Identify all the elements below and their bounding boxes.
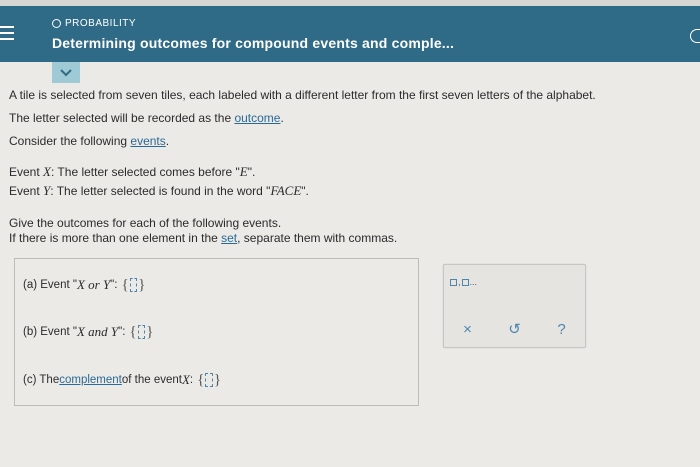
instruction-1: Give the outcomes for each of the follow…	[9, 216, 282, 230]
outcome-link[interactable]: outcome	[234, 111, 280, 125]
question-c-pre: (c) The	[23, 374, 60, 386]
event-x-var: X	[43, 164, 51, 179]
question-c-mid: of the event	[121, 374, 182, 386]
outcome-line: The letter selected will be recorded as …	[9, 111, 284, 125]
instruction-2: If there is more than one element in the…	[9, 231, 397, 245]
input-slot[interactable]	[137, 325, 146, 339]
question-b: (b) Event " X and Y ": {}	[23, 322, 153, 342]
brace-close: }	[138, 276, 146, 293]
set-tool-suffix: ...	[469, 277, 478, 287]
brace-open: {	[129, 323, 137, 340]
input-slot[interactable]	[129, 278, 138, 292]
event-x-label: Event	[9, 165, 44, 179]
menu-icon[interactable]	[0, 26, 14, 46]
help-button[interactable]: ?	[547, 321, 577, 338]
answer-a-input[interactable]: {}	[121, 275, 145, 295]
input-slot[interactable]	[205, 373, 213, 387]
question-b-math: X and Y	[76, 324, 119, 339]
clear-button[interactable]: ×	[453, 321, 483, 338]
answer-c-input[interactable]: {}	[197, 370, 221, 390]
event-y-definition: Event Y: The letter selected is found in…	[9, 183, 309, 199]
problem-intro: A tile is selected from seven tiles, eac…	[9, 88, 596, 102]
topic-circle-icon	[52, 19, 61, 28]
event-x-text: : The letter selected comes before "	[50, 165, 240, 179]
event-x-end: ".	[247, 165, 256, 179]
outcome-pre: The letter selected will be recorded as …	[9, 111, 235, 125]
complement-link[interactable]: complement	[59, 374, 122, 386]
events-pre: Consider the following	[9, 134, 131, 148]
question-c-post: :	[189, 374, 194, 386]
event-x-definition: Event X: The letter selected comes befor…	[9, 164, 255, 180]
set-slot-icon	[461, 278, 469, 286]
toolbox-actions: × ↺ ?	[444, 317, 585, 341]
answer-b-input[interactable]: {}	[129, 322, 153, 342]
question-c: (c) The complement of the event X: {}	[23, 370, 221, 390]
set-slot-icon	[450, 278, 457, 286]
instr2-post: , separate them with commas.	[237, 231, 398, 245]
topic-label: PROBABILITY	[52, 18, 136, 29]
header-bar: PROBABILITY Determining outcomes for com…	[0, 6, 700, 62]
brace-open: {	[197, 371, 205, 388]
instr2-pre: If there is more than one element in the	[9, 231, 222, 245]
question-a-post: ":	[110, 279, 118, 291]
question-a: (a) Event " X or Y ": {}	[23, 275, 145, 295]
side-panel-icon[interactable]	[690, 29, 700, 43]
brace-open: {	[121, 276, 129, 293]
question-a-pre: (a) Event "	[23, 279, 77, 291]
brace-close: }	[213, 371, 222, 388]
event-y-end: ".	[301, 184, 309, 198]
comma-glyph: ,	[458, 277, 461, 287]
question-c-math: X	[181, 372, 190, 387]
set-tool-button[interactable]: ,...	[450, 277, 477, 287]
question-b-post: ":	[118, 326, 126, 338]
outcome-post: .	[280, 111, 284, 125]
events-post: .	[165, 134, 170, 148]
undo-button[interactable]: ↺	[500, 320, 530, 338]
event-x-letter: E	[239, 164, 248, 179]
collapse-button[interactable]	[52, 62, 80, 83]
topic-text: PROBABILITY	[65, 18, 137, 29]
page-title: Determining outcomes for compound events…	[52, 35, 455, 51]
event-y-word: FACE	[270, 183, 302, 198]
brace-close: }	[146, 323, 154, 340]
set-link[interactable]: set	[221, 231, 237, 245]
answer-panel: (a) Event " X or Y ": {} (b) Event " X and …	[14, 258, 419, 406]
event-y-text: : The letter selected is found in the wo…	[50, 184, 271, 198]
events-line: Consider the following events.	[9, 134, 169, 148]
question-b-pre: (b) Event "	[23, 326, 77, 338]
events-link[interactable]: events	[130, 134, 165, 148]
event-y-label: Event	[9, 184, 44, 198]
math-toolbox: ,... × ↺ ?	[443, 264, 586, 348]
chevron-down-icon	[60, 68, 72, 76]
question-a-math: X or Y	[76, 277, 111, 292]
